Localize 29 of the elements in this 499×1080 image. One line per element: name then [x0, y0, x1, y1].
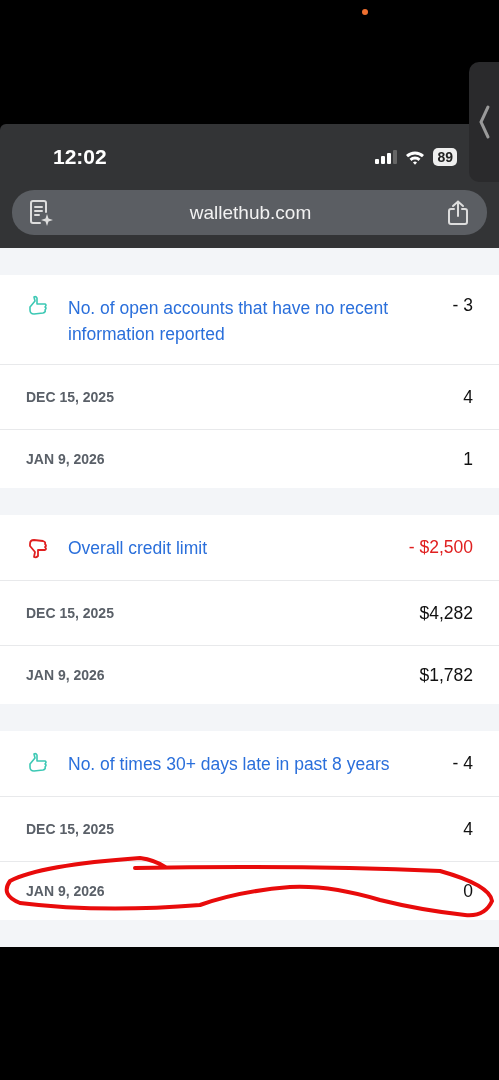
date-label: DEC 15, 2025 [26, 389, 114, 405]
row-value: $4,282 [419, 602, 473, 624]
wifi-icon [405, 149, 426, 165]
side-tab[interactable] [469, 62, 499, 182]
factor-title-link[interactable]: No. of times 30+ days late in past 8 years [68, 750, 435, 777]
row-value: 1 [463, 448, 473, 470]
chevron-left-icon [478, 105, 490, 139]
row-value: 0 [463, 880, 473, 902]
signal-icon [375, 150, 398, 164]
battery-indicator: 89 [433, 148, 457, 166]
date-label: JAN 9, 2026 [26, 667, 105, 683]
date-label: DEC 15, 2025 [26, 605, 114, 621]
factor-title-link[interactable]: Overall credit limit [68, 534, 391, 561]
address-bar[interactable]: wallethub.com [12, 190, 487, 235]
change-value: - 3 [452, 295, 473, 316]
row-value: 4 [463, 386, 473, 408]
share-icon[interactable] [447, 199, 469, 226]
date-label: JAN 9, 2026 [26, 451, 105, 467]
date-label: DEC 15, 2025 [26, 821, 114, 837]
url-text: wallethub.com [189, 201, 312, 224]
row-value: 4 [463, 818, 473, 840]
change-value: - $2,500 [408, 537, 473, 558]
date-label: JAN 9, 2026 [26, 883, 105, 899]
row-value: $1,782 [419, 664, 473, 686]
change-value: - 4 [452, 753, 473, 774]
camera-indicator-icon [362, 9, 368, 15]
factor-title-link[interactable]: No. of open accounts that have no recent information reported [68, 295, 435, 347]
reader-icon [28, 198, 54, 227]
status-time: 12:02 [53, 145, 107, 169]
